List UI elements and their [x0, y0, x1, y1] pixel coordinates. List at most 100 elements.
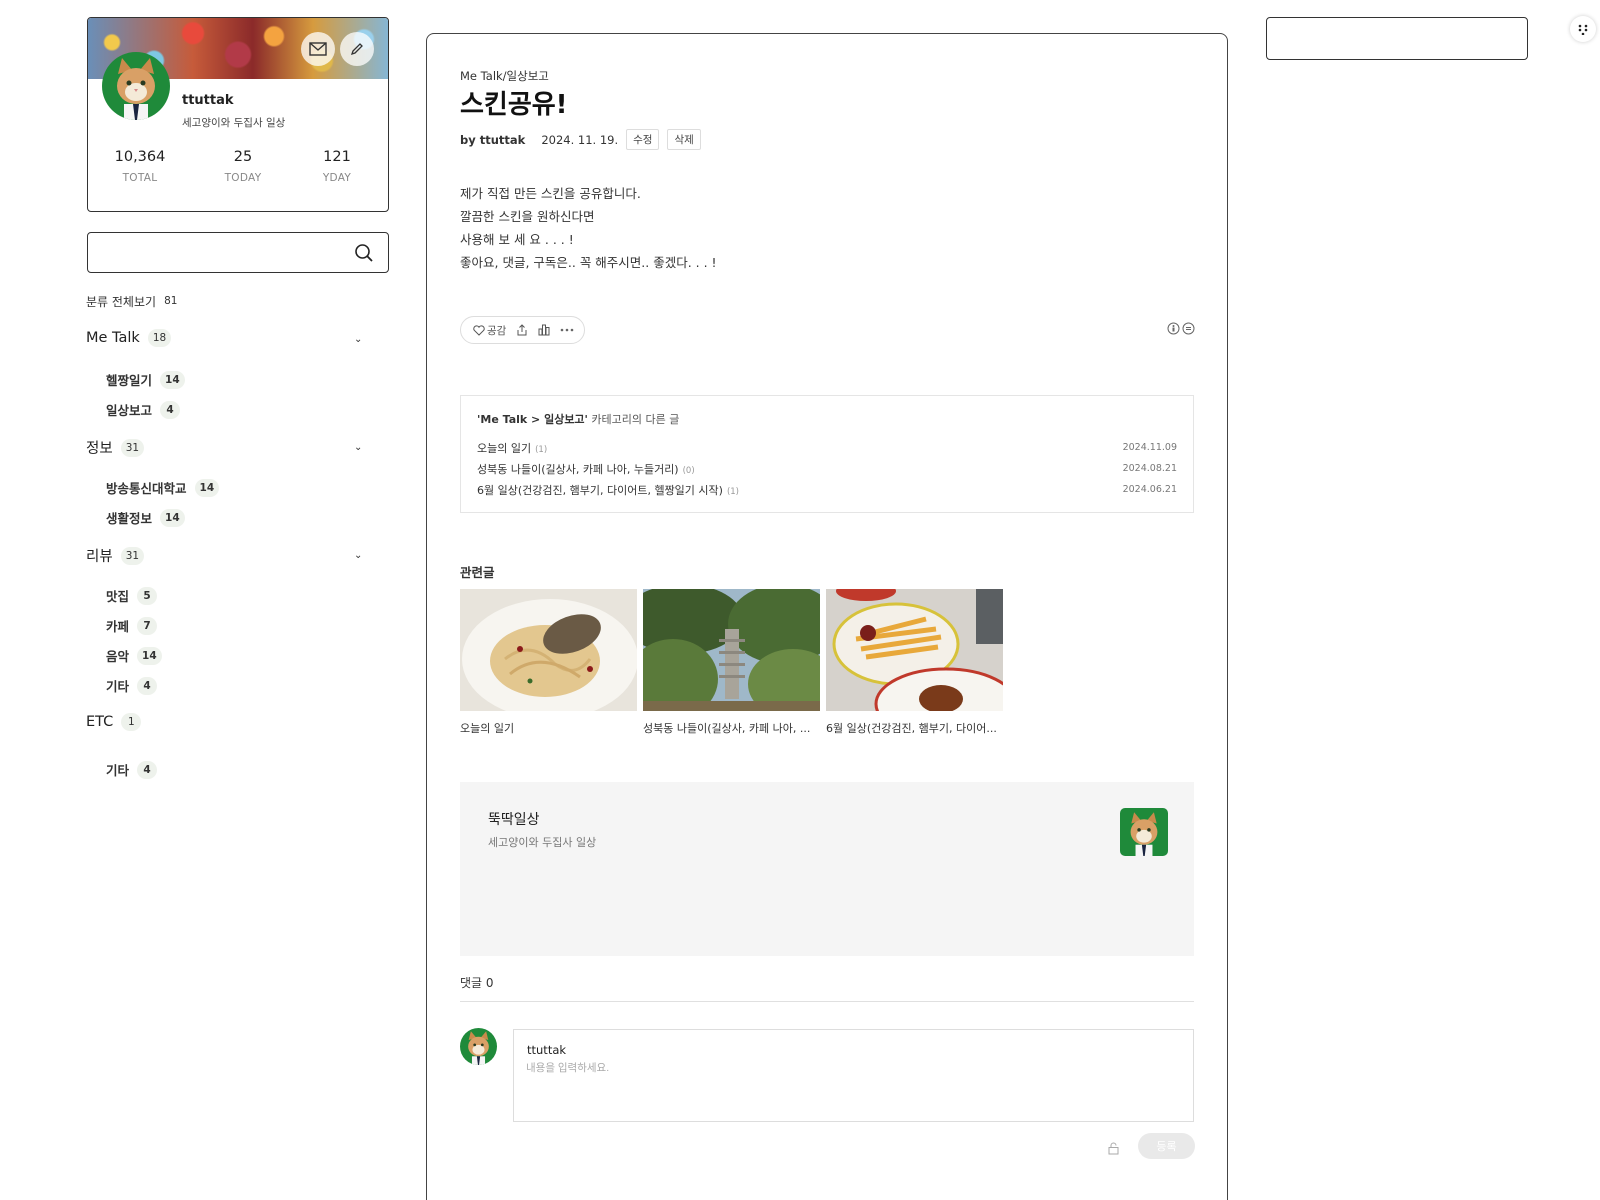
- comment-username: ttuttak: [527, 1043, 567, 1057]
- category-etc[interactable]: ETC 1: [86, 713, 142, 731]
- subcategory-label[interactable]: 카페: [106, 616, 129, 635]
- other-post-item[interactable]: 오늘의 일기 (1): [477, 440, 547, 456]
- subcategory-item[interactable]: 헬짱일기 14: [106, 370, 185, 389]
- subcategory-item[interactable]: 기타 4: [106, 676, 158, 695]
- subcategory-label[interactable]: 헬짱일기: [106, 370, 152, 389]
- subcategory-label[interactable]: 음악: [106, 646, 129, 665]
- other-post-title[interactable]: 오늘의 일기: [477, 442, 531, 455]
- chevron-down-icon[interactable]: ⌄: [354, 334, 362, 345]
- subcategory-item[interactable]: 기타 4: [106, 760, 158, 779]
- chevron-down-icon[interactable]: ⌄: [354, 442, 362, 453]
- other-post-title[interactable]: 성북동 나들이(길상사, 카페 나아, 누들거리): [477, 463, 679, 476]
- stat-yday: 121 YDAY: [292, 149, 382, 184]
- category-info[interactable]: 정보 31: [86, 437, 145, 458]
- share-icon: [517, 324, 527, 336]
- subcategory-count: 5: [137, 586, 158, 605]
- share-button[interactable]: [516, 324, 528, 336]
- subcategory-label[interactable]: 생활정보: [106, 508, 152, 527]
- subcategory-count: 14: [160, 508, 185, 527]
- subcategory-count: 4: [137, 676, 158, 695]
- more-dots-icon: [561, 328, 574, 332]
- search-icon[interactable]: [354, 243, 374, 263]
- subcategory-item[interactable]: 음악 14: [106, 646, 162, 665]
- comment-input[interactable]: [526, 1062, 1176, 1074]
- blog-name[interactable]: 뚝딱일상: [488, 809, 540, 829]
- related-caption[interactable]: 6월 일상(건강검진, 햄부기, 다이어...: [826, 720, 1003, 736]
- submit-comment-button[interactable]: 등록: [1138, 1133, 1195, 1159]
- related-caption[interactable]: 오늘의 일기: [460, 720, 637, 736]
- cc-nd-icon: [1182, 322, 1195, 335]
- cat-avatar-icon: [117, 58, 155, 120]
- profile-description: 세고양이와 두집사 일상: [182, 117, 286, 129]
- subcategory-label[interactable]: 맛집: [106, 586, 129, 605]
- mail-icon: [309, 42, 327, 56]
- post-author[interactable]: by ttuttak: [460, 133, 525, 147]
- stat-yday-label: YDAY: [322, 172, 352, 184]
- chevron-down-icon[interactable]: ⌄: [354, 550, 362, 561]
- stat-today-value: 25: [233, 149, 253, 165]
- more-button[interactable]: [560, 328, 574, 332]
- other-posts-category[interactable]: 'Me Talk > 일상보고': [477, 413, 588, 426]
- subcategory-label[interactable]: 기타: [106, 760, 129, 779]
- related-caption[interactable]: 성북동 나들이(길상사, 카페 나아, ...: [643, 720, 820, 736]
- category-all-label[interactable]: 분류 전체보기: [86, 293, 156, 310]
- blog-avatar[interactable]: [1120, 808, 1168, 856]
- subcategory-item[interactable]: 일상보고 4: [106, 400, 181, 419]
- category-label[interactable]: Me Talk: [86, 330, 140, 346]
- subcategory-count: 4: [137, 760, 158, 779]
- other-post-comment-count: (1): [726, 487, 739, 497]
- other-post-item[interactable]: 6월 일상(건강검진, 햄부기, 다이어트, 헬짱일기 시작) (1): [477, 482, 739, 498]
- post-meta: by ttuttak 2024. 11. 19. 수정 삭제: [460, 129, 1193, 150]
- category-all[interactable]: 분류 전체보기 81: [86, 292, 177, 310]
- subcategory-item[interactable]: 맛집 5: [106, 586, 158, 605]
- category-count: 1: [121, 713, 142, 731]
- related-thumbnail-pagoda[interactable]: [643, 589, 820, 711]
- stat-yday-value: 121: [323, 149, 351, 165]
- other-post-item[interactable]: 성북동 나들이(길상사, 카페 나아, 누들거리) (0): [477, 461, 695, 477]
- profile-card: ttuttak 세고양이와 두집사 일상 10,364 TOTAL 25 TOD…: [87, 17, 389, 212]
- other-post-title[interactable]: 6월 일상(건강검진, 햄부기, 다이어트, 헬짱일기 시작): [477, 484, 723, 497]
- profile-name[interactable]: ttuttak: [182, 93, 234, 108]
- other-posts-heading-rest: 카테고리의 다른 글: [587, 413, 680, 426]
- subcategory-item[interactable]: 생활정보 14: [106, 508, 185, 527]
- sidebar-search-input[interactable]: [87, 232, 389, 273]
- edit-post-button[interactable]: 수정: [626, 129, 660, 150]
- commenter-avatar: [460, 1028, 497, 1065]
- category-review[interactable]: 리뷰 31: [86, 545, 145, 566]
- category-label[interactable]: ETC: [86, 714, 113, 730]
- post-title: 스킨공유!: [460, 90, 568, 120]
- stats-button[interactable]: [538, 324, 550, 336]
- subcategory-item[interactable]: 카페 7: [106, 616, 158, 635]
- subcategory-count: 14: [137, 646, 162, 665]
- stat-today-label: TODAY: [224, 172, 262, 184]
- mail-button[interactable]: [301, 32, 335, 66]
- category-me-talk[interactable]: Me Talk 18: [86, 329, 172, 347]
- post-body-line: 깔끔한 스킨을 원하신다면: [460, 209, 595, 224]
- related-posts-title: 관련글: [460, 565, 495, 580]
- category-count: 31: [120, 546, 145, 565]
- bar-chart-icon: [538, 324, 550, 336]
- delete-post-button[interactable]: 삭제: [667, 129, 701, 150]
- subcategory-count: 7: [137, 616, 158, 635]
- stat-today: 25 TODAY: [198, 149, 288, 184]
- subcategory-item[interactable]: 방송통신대학교 14: [106, 478, 220, 497]
- lock-icon[interactable]: [1107, 1142, 1120, 1155]
- edit-button[interactable]: [340, 32, 374, 66]
- subcategory-label[interactable]: 기타: [106, 676, 129, 695]
- cc-license[interactable]: [1167, 322, 1195, 335]
- like-button[interactable]: 공감: [473, 323, 506, 338]
- category-label[interactable]: 리뷰: [86, 545, 113, 566]
- category-count: 31: [120, 438, 145, 457]
- right-widget-box[interactable]: [1266, 17, 1528, 60]
- menu-button[interactable]: [1570, 16, 1596, 42]
- related-thumbnail-pasta[interactable]: [460, 589, 637, 711]
- post-category[interactable]: Me Talk/일상보고: [460, 68, 1193, 84]
- category-count: 18: [147, 329, 172, 347]
- subcategory-count: 14: [160, 370, 185, 389]
- stat-total-value: 10,364: [114, 149, 166, 165]
- related-thumbnail-fries[interactable]: [826, 589, 1003, 711]
- profile-avatar[interactable]: [102, 52, 170, 120]
- category-label[interactable]: 정보: [86, 437, 113, 458]
- subcategory-label[interactable]: 일상보고: [106, 400, 152, 419]
- subcategory-label[interactable]: 방송통신대학교: [106, 478, 187, 497]
